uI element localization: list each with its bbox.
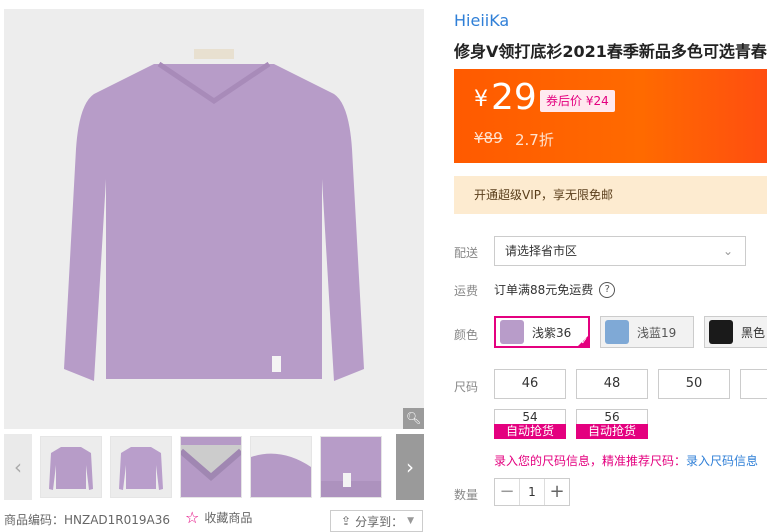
quantity-label: 数量 [454, 488, 479, 502]
price-panel: ¥ 29 券后价 ¥24 ¥89 2.7折 [454, 69, 767, 163]
color-option-light-purple[interactable]: 浅紫36 ✓ [494, 316, 590, 348]
size-option-restock[interactable]: 54 自动抢货 [494, 409, 566, 441]
size-option-restock[interactable]: 56 自动抢货 [576, 409, 648, 441]
minus-icon[interactable]: − [495, 479, 519, 505]
color-option-light-blue[interactable]: 浅蓝19 [600, 316, 694, 348]
main-product-image[interactable] [4, 9, 424, 429]
sku-code: 商品编码：HNZAD1R019A36 [4, 513, 171, 527]
zoom-icon[interactable]: 🔍︎ [403, 408, 424, 429]
color-label: 颜色 [454, 328, 479, 342]
plus-icon[interactable]: + [545, 479, 569, 505]
size-option[interactable]: 46 [494, 369, 566, 399]
share-icon: ⇪ [341, 514, 352, 528]
chevron-down-icon: ⌄ [722, 244, 733, 258]
address-select[interactable]: 请选择省市区 ⌄ [494, 236, 746, 266]
discount-rate: 2.7折 [515, 131, 554, 149]
vip-banner[interactable]: 开通超级VIP，享无限免邮 [454, 176, 767, 214]
size-option[interactable]: 48 [576, 369, 648, 399]
delivery-label: 配送 [454, 246, 479, 260]
currency-symbol: ¥ [474, 87, 488, 112]
brand-link[interactable]: HieiiKa [454, 11, 509, 30]
auto-restock-badge: 自动抢货 [494, 424, 566, 439]
coupon-price-badge: 券后价 ¥24 [540, 90, 615, 112]
thumbnail[interactable] [250, 436, 312, 498]
thumbnail-strip: ‹ › [4, 434, 424, 500]
quantity-stepper: − 1 + [494, 478, 570, 506]
check-icon: ✓ [580, 337, 588, 347]
size-hint: 录入您的尺码信息，精准推荐尺码：录入尺码信息 [494, 454, 759, 468]
swatch-image [605, 320, 629, 344]
sweater-photo [4, 9, 424, 429]
product-title: 修身V领打底衫2021春季新品多色可选青春日 [454, 42, 767, 61]
quantity-input[interactable]: 1 [519, 479, 545, 505]
size-option[interactable] [740, 369, 767, 399]
auto-restock-badge: 自动抢货 [576, 424, 648, 439]
size-option[interactable]: 50 [658, 369, 730, 399]
swatch-image [500, 320, 524, 344]
swatch-image [709, 320, 733, 344]
original-price: ¥89 [474, 129, 503, 147]
star-icon: ☆ [185, 507, 200, 527]
chevron-down-icon: ▼ [407, 516, 414, 526]
thumbnail[interactable] [180, 436, 242, 498]
current-price: 29 [491, 77, 537, 118]
help-icon[interactable]: ? [599, 281, 616, 298]
thumb-prev-icon[interactable]: ‹ [4, 434, 32, 500]
size-label: 尺码 [454, 380, 479, 394]
thumbnail[interactable] [40, 436, 102, 498]
size-info-link[interactable]: 录入尺码信息 [686, 454, 758, 468]
shipping-info: 订单满88元免运费 ? [494, 281, 616, 298]
thumbnail[interactable] [110, 436, 172, 498]
thumbnail[interactable] [320, 436, 382, 498]
favorite-button[interactable]: ☆ 收藏商品 [185, 509, 252, 526]
color-option-black[interactable]: 黑色 [704, 316, 767, 348]
shipping-label: 运费 [454, 284, 479, 298]
thumb-next-icon[interactable]: › [396, 434, 424, 500]
